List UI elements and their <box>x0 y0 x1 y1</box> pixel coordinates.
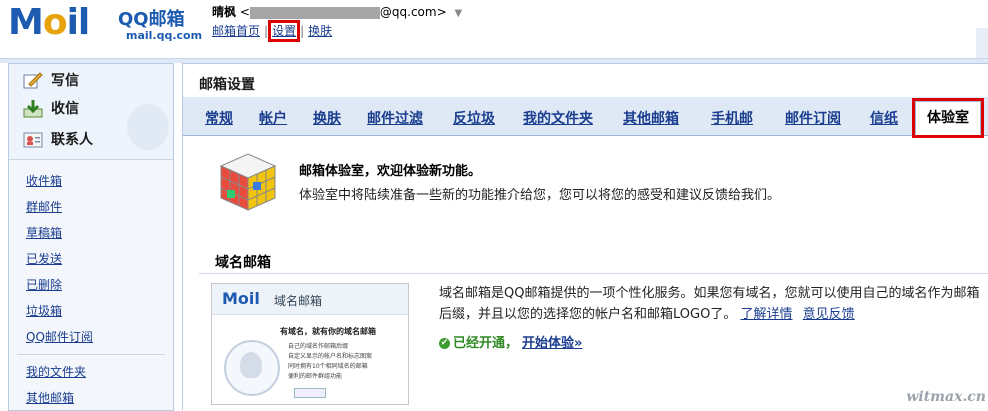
page-title: 邮箱设置 <box>199 77 255 93</box>
email-domain: @qq.com> <box>379 5 447 19</box>
tab-account[interactable]: 帐户 <box>259 108 287 128</box>
left-sidebar: 写信 收信 联系人 收件箱 群邮件 草稿箱 已发送 已删除 垃圾箱 QQ邮件订阅 <box>8 63 174 411</box>
preview-bullet: 便利的邮件群组功能 <box>288 373 343 380</box>
tab-general[interactable]: 常规 <box>205 108 233 128</box>
tab-lab[interactable]: 体验室 <box>912 98 984 138</box>
compose-label: 写信 <box>51 73 79 89</box>
preview-bullet: 自己的域名作邮箱后缀 <box>288 343 349 350</box>
tab-mail-subscription[interactable]: 邮件订阅 <box>785 108 841 128</box>
stamp-icon <box>224 340 280 396</box>
preview-headline: 有域名，就有你的域名邮箱 <box>280 327 376 336</box>
preview-tag: 域名邮箱 <box>274 294 323 308</box>
preview-logo: Moil <box>222 289 260 308</box>
preview-button <box>294 388 326 398</box>
contacts-label: 联系人 <box>51 132 93 148</box>
domain-mail-preview-image: Moil 域名邮箱 有域名，就有你的域名邮箱 自己的域名作邮箱后缀 自定义显示的… <box>211 283 409 405</box>
settings-tabs: 常规 帐户 换肤 邮件过滤 反垃圾 我的文件夹 其他邮箱 手机邮 邮件订阅 信纸… <box>183 97 988 138</box>
logo-mark-m: M <box>8 2 44 43</box>
lab-intro: 邮箱体验室，欢迎体验新功能。 体验室中将陆续准备一些新的功能推介给您，您可以将您… <box>219 152 979 214</box>
settings-panel: 邮箱设置 常规 帐户 换肤 邮件过滤 反垃圾 我的文件夹 其他邮箱 手机邮 邮件… <box>182 63 988 410</box>
mailbox-home-link[interactable]: 邮箱首页 <box>212 24 260 38</box>
tab-mail-filter[interactable]: 邮件过滤 <box>367 108 423 128</box>
penguin-watermark-icon <box>127 104 169 150</box>
top-links: 邮箱首页 | 设置 | 换肤 <box>212 20 336 42</box>
folder-my-folders[interactable]: 我的文件夹 <box>9 359 173 385</box>
folder-drafts[interactable]: 草稿箱 <box>9 220 173 246</box>
brand-domain: mail.qq.com <box>126 29 203 42</box>
contacts-icon <box>23 132 43 148</box>
preview-bullet: 自定义显示的帐户名和标志图案 <box>288 353 373 360</box>
separator: | <box>264 24 269 38</box>
folder-deleted[interactable]: 已删除 <box>9 272 173 298</box>
folder-qq-subscriptions[interactable]: QQ邮件订阅 <box>9 324 173 350</box>
quick-actions: 写信 收信 联系人 <box>9 64 173 160</box>
section-divider <box>199 273 988 274</box>
folder-divider <box>17 354 165 355</box>
folder-list: 收件箱 群邮件 草稿箱 已发送 已删除 垃圾箱 QQ邮件订阅 我的文件夹 其他邮… <box>9 168 173 411</box>
email-open-bracket: < <box>239 5 250 19</box>
status-text: 已经开通， <box>453 336 519 351</box>
check-circle-icon: ✔ <box>439 338 450 349</box>
domain-mail-description: 域名邮箱是QQ邮箱提供的一项个性化服务。如果您有域名，您就可以使用自己的域名作为… <box>439 283 988 325</box>
settings-link[interactable]: 设置 <box>268 20 301 42</box>
account-dropdown-icon[interactable]: ▼ <box>454 8 462 19</box>
user-account: 晴枫 < @qq.com> ▼ <box>212 3 462 20</box>
folder-inbox[interactable]: 收件箱 <box>9 168 173 194</box>
feedback-link[interactable]: 意见反馈 <box>803 307 855 322</box>
user-name: 晴枫 <box>212 5 237 19</box>
folder-group-mail[interactable]: 群邮件 <box>9 194 173 220</box>
change-skin-link[interactable]: 换肤 <box>308 24 332 38</box>
contacts-button[interactable]: 联系人 <box>23 127 93 153</box>
tab-other-mailboxes[interactable]: 其他邮箱 <box>623 108 679 128</box>
preview-bullets: 自己的域名作邮箱后缀 自定义显示的帐户名和标志图案 同时拥有10个相同域名的邮箱… <box>288 342 372 382</box>
rubiks-cube-icon <box>219 153 277 211</box>
logo-mark: Moil <box>8 2 91 43</box>
inbox-download-icon <box>23 100 43 118</box>
start-experience-link[interactable]: 开始体验» <box>522 336 582 351</box>
tab-mobile-mail[interactable]: 手机邮 <box>711 108 753 128</box>
receive-mail-label: 收信 <box>51 101 79 117</box>
folder-spam[interactable]: 垃圾箱 <box>9 298 173 324</box>
compose-icon <box>23 72 43 89</box>
qq-mail-logo[interactable]: Moil QQ邮箱 mail.qq.com <box>8 2 202 46</box>
tab-my-folders[interactable]: 我的文件夹 <box>523 108 593 128</box>
intro-title: 邮箱体验室，欢迎体验新功能。 <box>299 164 482 179</box>
top-header: Moil QQ邮箱 mail.qq.com 晴枫 < @qq.com> ▼ 邮箱首… <box>0 0 988 58</box>
receive-mail-button[interactable]: 收信 <box>23 96 79 122</box>
logo-mark-il: il <box>66 2 91 43</box>
tab-stationery[interactable]: 信纸 <box>870 108 898 128</box>
site-watermark: witmax.cn <box>906 389 986 405</box>
redacted-email <box>249 6 380 19</box>
activation-status: ✔ 已经开通， 开始体验» <box>439 332 582 351</box>
learn-more-link[interactable]: 了解详情 <box>740 307 792 322</box>
intro-description: 体验室中将陆续准备一些新的功能推介给您，您可以将您的感受和建议反馈给我们。 <box>299 188 781 203</box>
logo-mark-o: o <box>42 2 68 43</box>
tab-anti-spam[interactable]: 反垃圾 <box>453 108 495 128</box>
section-title: 域名邮箱 <box>215 255 271 271</box>
preview-bullet: 同时拥有10个相同域名的邮箱 <box>288 363 368 370</box>
folder-other-mailboxes[interactable]: 其他邮箱 <box>9 385 173 411</box>
separator: | <box>300 24 305 38</box>
brand-name: QQ邮箱 <box>118 9 185 30</box>
detail-text: 域名邮箱是QQ邮箱提供的一项个性化服务。如果您有域名，您就可以使用自己的域名作为… <box>439 286 980 322</box>
compose-button[interactable]: 写信 <box>23 68 79 94</box>
folder-sent[interactable]: 已发送 <box>9 246 173 272</box>
tab-skin[interactable]: 换肤 <box>313 108 341 128</box>
